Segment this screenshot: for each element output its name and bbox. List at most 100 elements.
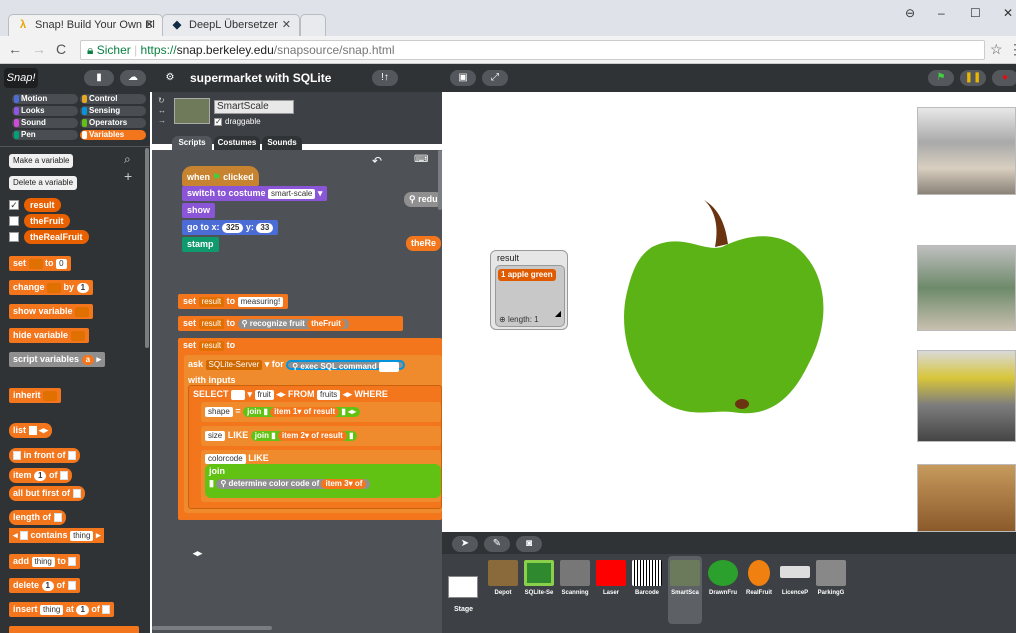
watcher-checkbox[interactable] xyxy=(9,216,19,226)
goto-xy-block[interactable]: go to x: 325 y: 33 xyxy=(182,220,279,235)
reload-icon[interactable]: C xyxy=(56,41,66,57)
file-menu-icon[interactable]: ▮ xyxy=(84,70,114,86)
menu-icon[interactable]: ⋮ xyxy=(1008,41,1016,58)
close-window-icon[interactable]: ✕ xyxy=(1003,6,1013,20)
undo-icon[interactable]: ↶ xyxy=(372,154,382,168)
minimize-icon[interactable]: – xyxy=(938,6,945,20)
variable-reporter[interactable]: theRealFruit xyxy=(24,230,89,244)
replace-block-partial[interactable] xyxy=(9,626,139,633)
inherit-block[interactable]: inherit xyxy=(9,388,62,403)
script-variables-block[interactable]: script variables a ▸ xyxy=(9,352,106,367)
paint-brush-icon[interactable]: ✎ xyxy=(484,536,510,552)
variable-reporter[interactable]: result xyxy=(24,198,61,212)
sprite-smartscale[interactable]: SmartSca xyxy=(668,556,702,624)
green-flag-icon[interactable]: ⚑ xyxy=(928,70,954,86)
set-result-measuring-block[interactable]: set result to measuring! xyxy=(178,294,289,309)
tab-deepl[interactable]: ◆ DeepL Übersetzer ✕ xyxy=(162,14,300,36)
set-block[interactable]: set to 0 xyxy=(9,256,71,271)
sprite-realfruit[interactable]: RealFruit xyxy=(742,560,776,596)
size-condition[interactable]: size LIKE join ▮ item 2▾ of result ▮ xyxy=(201,426,441,446)
join-reporter[interactable]: join ▮ ⚲ determine color code of item 3▾… xyxy=(205,464,441,498)
script-hscrollbar[interactable] xyxy=(152,626,272,630)
sprite-scanning[interactable]: Scanning xyxy=(558,560,592,596)
hide-variable-block[interactable]: hide variable xyxy=(9,328,89,343)
ask-sqlite-block[interactable]: ask SQLite-Server ▾ for ⚲ exec SQL comma… xyxy=(184,355,442,558)
make-variable-button[interactable]: Make a variable xyxy=(9,154,74,168)
category-pen[interactable]: Pen xyxy=(12,130,78,140)
turtle-sprite-icon[interactable]: ➤ xyxy=(452,536,478,552)
close-tab-icon[interactable]: ✕ xyxy=(145,15,154,35)
snap-logo[interactable]: Snap! xyxy=(4,68,38,88)
script-area[interactable]: ↶ ⌨ when ⚑ clicked switch to costume sma… xyxy=(152,150,442,633)
switch-costume-block[interactable]: switch to costume smart-scale ▾ xyxy=(182,186,328,201)
presentation-mode-icon[interactable]: ⤢ xyxy=(482,70,508,86)
category-variables[interactable]: Variables xyxy=(80,130,146,140)
new-tab-button[interactable] xyxy=(300,14,326,36)
category-looks[interactable]: Looks xyxy=(12,106,78,116)
add-block[interactable]: add thing to xyxy=(9,554,81,569)
shape-condition[interactable]: shape = join ▮ item 1▾ of result ▮ ◂▸ xyxy=(201,402,441,422)
resize-handle-icon[interactable]: ◢ xyxy=(555,309,561,318)
contains-predicate[interactable]: ◂ contains thing ▸ xyxy=(9,528,105,543)
category-motion[interactable]: Motion xyxy=(12,94,78,104)
watcher-checkbox[interactable] xyxy=(9,232,19,242)
maximize-icon[interactable]: ☐ xyxy=(970,6,981,20)
result-list-watcher[interactable]: result 1 apple green ⊕ length: 1 ◢ xyxy=(490,250,568,330)
stage[interactable]: result 1 apple green ⊕ length: 1 ◢ xyxy=(442,92,1016,532)
category-sensing[interactable]: Sensing xyxy=(80,106,146,116)
plus-icon[interactable]: + xyxy=(124,168,132,184)
sprite-sqlite-server[interactable]: SQLite-Se xyxy=(522,560,556,596)
search-icon[interactable]: ⌕ xyxy=(124,152,131,167)
tab-scripts[interactable]: Scripts xyxy=(172,136,212,150)
stage-size-icon[interactable]: !↑ xyxy=(372,70,398,86)
keyboard-icon[interactable]: ⌨ xyxy=(414,154,428,165)
list-reporter[interactable]: list ◂▸ xyxy=(9,423,53,438)
palette-scrollbar[interactable] xyxy=(145,148,149,348)
url-input[interactable]: 🔒︎ Sicher | https://snap.berkeley.edu/sn… xyxy=(80,40,985,60)
settings-gear-icon[interactable]: ⚙ xyxy=(160,70,180,86)
all-but-first-reporter[interactable]: all but first of xyxy=(9,486,85,501)
sprite-licenceplate[interactable]: LicenceP xyxy=(778,560,812,596)
show-variable-block[interactable]: show variable xyxy=(9,304,94,319)
camera-icon[interactable]: ◙ xyxy=(516,536,542,552)
normal-stage-icon[interactable]: ▣ xyxy=(450,70,476,86)
tab-sounds[interactable]: Sounds xyxy=(262,136,302,150)
profile-icon[interactable]: ⊖ xyxy=(905,6,915,20)
close-tab-icon[interactable]: ✕ xyxy=(282,15,291,35)
category-control[interactable]: Control xyxy=(80,94,146,104)
bookmark-star-icon[interactable]: ☆ xyxy=(990,41,1003,58)
length-of-reporter[interactable]: length of xyxy=(9,510,66,525)
sql-list-block[interactable]: SELECT ▾ fruit ◂▸ FROM fruits ◂▸ WHERE s… xyxy=(188,385,442,558)
set-result-sql-block[interactable]: set result to ask SQLite-Server ▾ for ⚲ … xyxy=(178,338,442,558)
reduce-reporter-peek[interactable]: ⚲ redu xyxy=(404,192,442,207)
stamp-block[interactable]: stamp xyxy=(182,237,219,252)
set-result-recognize-block[interactable]: set result to ⚲ recognize fruit theFruit xyxy=(178,316,403,331)
delete-block[interactable]: delete 1 of xyxy=(9,578,80,593)
back-icon[interactable]: ← xyxy=(8,41,22,57)
tab-snap[interactable]: λ Snap! Build Your Own Bl ✕ xyxy=(8,14,163,36)
variable-reporter[interactable]: theFruit xyxy=(24,214,70,228)
watcher-checkbox[interactable]: ✓ xyxy=(9,200,19,210)
category-operators[interactable]: Operators xyxy=(80,118,146,128)
change-block[interactable]: change by 1 xyxy=(9,280,94,295)
sprite-drawnfruit[interactable]: DrawnFru xyxy=(706,560,740,596)
therealfruit-reporter-peek[interactable]: theRe xyxy=(406,236,442,251)
delete-variable-button[interactable]: Delete a variable xyxy=(9,176,78,190)
pause-icon[interactable]: ❚❚ xyxy=(960,70,986,86)
in-front-of-reporter[interactable]: in front of xyxy=(9,448,81,463)
insert-block[interactable]: insert thing at 1 of xyxy=(9,602,115,617)
sprite-laser[interactable]: Laser xyxy=(594,560,628,596)
forward-icon[interactable]: → xyxy=(32,41,46,57)
rotation-style-icons[interactable]: ↻ ↔ → xyxy=(158,96,166,126)
when-flag-clicked-hat[interactable]: when ⚑ clicked xyxy=(182,166,259,186)
category-sound[interactable]: Sound xyxy=(12,118,78,128)
draggable-checkbox[interactable]: ✓ draggable xyxy=(214,117,261,126)
stage-thumbnail[interactable] xyxy=(448,576,478,598)
cloud-icon[interactable]: ☁ xyxy=(120,70,146,86)
colorcode-condition[interactable]: colorcode LIKE join ▮ ⚲ determine color … xyxy=(201,450,441,502)
sprite-parkinggarage[interactable]: ParkingG xyxy=(814,560,848,596)
stop-icon[interactable]: ● xyxy=(992,70,1016,86)
sprite-depot[interactable]: Depot xyxy=(486,560,520,596)
sprite-barcode[interactable]: Barcode xyxy=(630,560,664,596)
show-block[interactable]: show xyxy=(182,203,216,218)
